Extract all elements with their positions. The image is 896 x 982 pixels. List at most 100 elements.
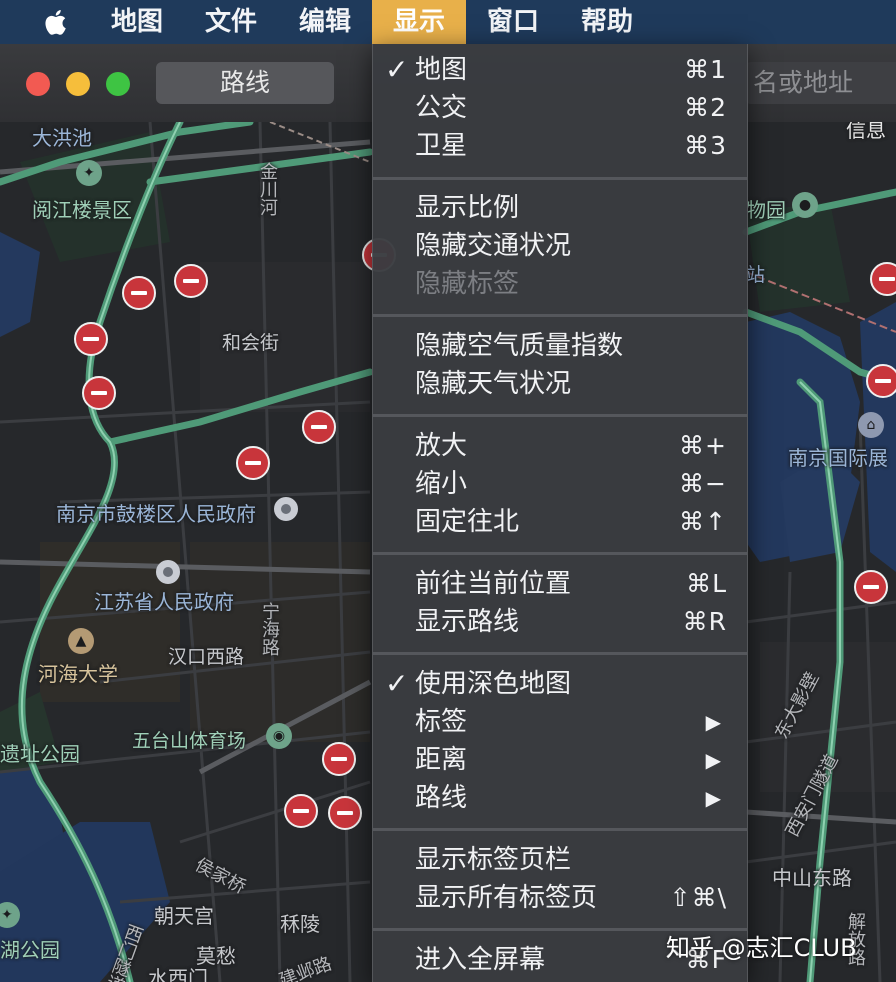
menu-item-label: 路线 <box>415 783 468 813</box>
zoo-icon[interactable]: ● <box>792 192 818 218</box>
menu-item-label: 隐藏交通状况 <box>415 231 572 261</box>
menu-window[interactable]: 窗口 <box>468 0 558 44</box>
menu-item-label: 前往当前位置 <box>415 569 572 599</box>
road-closed-icon[interactable] <box>854 570 888 604</box>
map-label: 江苏省人民政府 <box>94 590 234 614</box>
watermark: 知乎 @志汇CLUB <box>666 934 857 962</box>
menu-item-label: 缩小 <box>415 469 468 499</box>
park-icon[interactable]: ✦ <box>76 160 102 186</box>
menu-item-label: 显示比例 <box>415 193 520 223</box>
menu-item-label: 公交 <box>415 93 468 123</box>
map-label: 南京市鼓楼区人民政府 <box>56 502 256 526</box>
menu-item-shortcut: ⌘R <box>682 607 727 636</box>
menu-item-shortcut: ⌘1 <box>684 55 727 84</box>
menu-item-satellite[interactable]: 卫星 ⌘3 <box>373 127 747 165</box>
menu-item-routes[interactable]: 路线 ▶ <box>373 779 747 817</box>
menu-item-label: 显示所有标签页 <box>415 883 598 913</box>
menu-item-label: 地图 <box>415 55 468 85</box>
menu-edit[interactable]: 编辑 <box>280 0 370 44</box>
menu-item-label: 显示路线 <box>415 607 520 637</box>
map-label: 大洪池 <box>32 126 92 150</box>
menu-file[interactable]: 文件 <box>186 0 276 44</box>
menu-bar: 地图 文件 编辑 显示 窗口 帮助 <box>0 0 896 44</box>
submenu-arrow-icon: ▶ <box>705 710 721 734</box>
menu-item-show-directions[interactable]: 显示路线 ⌘R <box>373 603 747 641</box>
menu-item-labels[interactable]: 标签 ▶ <box>373 703 747 741</box>
government-pin-icon[interactable] <box>274 497 298 521</box>
map-label: 五台山体育场 <box>132 730 247 752</box>
school-icon[interactable]: ▲ <box>68 628 94 654</box>
menu-view[interactable]: 显示 <box>372 0 466 44</box>
apple-logo-icon[interactable] <box>38 4 74 40</box>
menu-item-hide-weather[interactable]: 隐藏天气状况 <box>373 365 747 403</box>
road-closed-icon[interactable] <box>322 742 356 776</box>
menu-item-show-scale[interactable]: 显示比例 <box>373 189 747 227</box>
close-button[interactable] <box>26 72 50 96</box>
menu-item-hide-traffic[interactable]: 隐藏交通状况 <box>373 227 747 265</box>
menu-item-zoom-in[interactable]: 放大 ⌘+ <box>373 427 747 465</box>
menu-item-show-all-tabs[interactable]: 显示所有标签页 ⇧⌘\ <box>373 879 747 917</box>
map-label: 水西门 <box>148 966 208 982</box>
menu-item-hide-labels: 隐藏标签 <box>373 265 747 303</box>
menu-item-label: 放大 <box>415 431 468 461</box>
map-label: 朝天宫 <box>154 904 214 928</box>
map-label: 金川河 <box>257 162 278 216</box>
menu-item-label: 卫星 <box>415 131 468 161</box>
menu-item-dark-map[interactable]: ✓ 使用深色地图 <box>373 665 747 703</box>
menu-item-zoom-out[interactable]: 缩小 ⌘− <box>373 465 747 503</box>
submenu-arrow-icon: ▶ <box>705 786 721 810</box>
menu-item-shortcut: ⌘− <box>679 469 727 498</box>
map-label: 遗址公园 <box>0 742 80 766</box>
menu-item-label: 进入全屏幕 <box>415 945 546 975</box>
menu-item-shortcut: ⌘2 <box>684 93 727 122</box>
road-closed-icon[interactable] <box>328 796 362 830</box>
zoom-button[interactable] <box>106 72 130 96</box>
menu-map[interactable]: 地图 <box>92 0 182 44</box>
map-label: 信息 <box>846 122 886 142</box>
menu-item-shortcut: ⌘L <box>686 569 727 598</box>
menu-item-show-tab-bar[interactable]: 显示标签页栏 <box>373 841 747 879</box>
stadium-icon[interactable]: ◉ <box>266 723 292 749</box>
submenu-arrow-icon: ▶ <box>705 748 721 772</box>
menu-item-label: 显示标签页栏 <box>415 845 572 875</box>
road-closed-icon[interactable] <box>236 446 270 480</box>
road-closed-icon[interactable] <box>82 376 116 410</box>
directions-button[interactable]: 路线 <box>156 62 334 104</box>
menu-item-shortcut: ⌘3 <box>684 131 727 160</box>
road-closed-icon[interactable] <box>74 322 108 356</box>
menu-separator <box>373 314 747 317</box>
menu-item-shortcut: ⌘+ <box>679 431 727 460</box>
map-label: 站 <box>746 264 766 286</box>
map-label: 和会街 <box>222 332 280 354</box>
road-closed-icon[interactable] <box>284 794 318 828</box>
map-label: 湖公园 <box>0 938 60 962</box>
search-input[interactable]: 名或地址 <box>745 62 896 104</box>
road-closed-icon[interactable] <box>866 364 896 398</box>
road-closed-icon[interactable] <box>174 264 208 298</box>
road-closed-icon[interactable] <box>870 262 896 296</box>
menu-separator <box>373 652 747 655</box>
menu-item-label: 固定往北 <box>415 507 520 537</box>
map-label: 汉口西路 <box>168 646 245 668</box>
menu-item-label: 隐藏天气状况 <box>415 369 572 399</box>
government-pin-icon[interactable] <box>156 560 180 584</box>
menu-item-label: 距离 <box>415 745 468 775</box>
menu-separator <box>373 177 747 180</box>
menu-item-current-location[interactable]: 前往当前位置 ⌘L <box>373 565 747 603</box>
road-closed-icon[interactable] <box>122 276 156 310</box>
road-closed-icon[interactable] <box>302 410 336 444</box>
menu-item-transit[interactable]: 公交 ⌘2 <box>373 89 747 127</box>
map-label: 河海大学 <box>38 662 118 686</box>
checkmark-icon: ✓ <box>385 53 409 86</box>
expo-center-icon[interactable]: ⌂ <box>858 412 884 438</box>
menu-item-label: 使用深色地图 <box>415 669 572 699</box>
map-label: 秝陵 <box>280 912 320 936</box>
minimize-button[interactable] <box>66 72 90 96</box>
menu-help[interactable]: 帮助 <box>562 0 652 44</box>
menu-separator <box>373 414 747 417</box>
menu-item-distances[interactable]: 距离 ▶ <box>373 741 747 779</box>
menu-item-map[interactable]: ✓ 地图 ⌘1 <box>373 51 747 89</box>
menu-item-hide-air-quality[interactable]: 隐藏空气质量指数 <box>373 327 747 365</box>
menu-item-label: 标签 <box>415 707 468 737</box>
menu-item-north-up[interactable]: 固定往北 ⌘↑ <box>373 503 747 541</box>
